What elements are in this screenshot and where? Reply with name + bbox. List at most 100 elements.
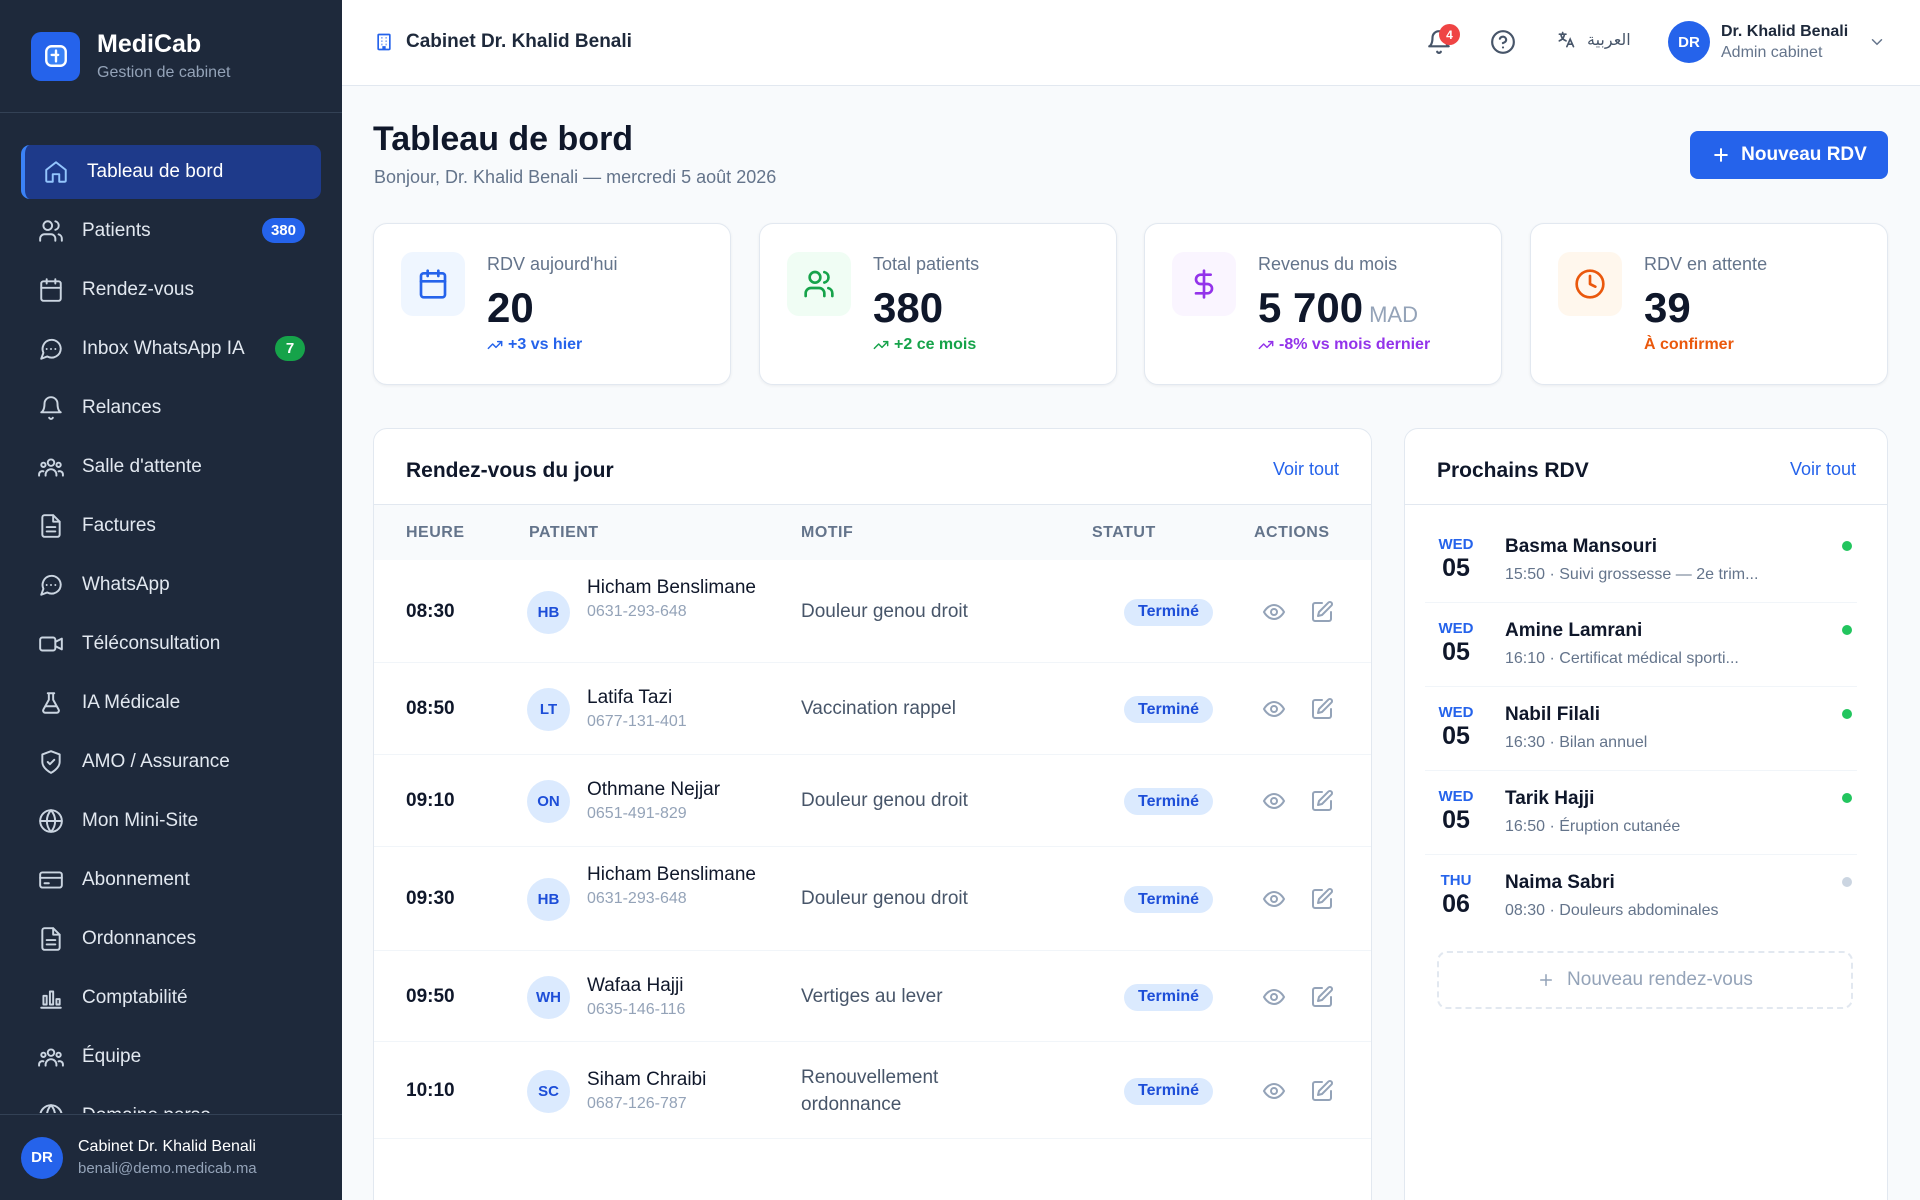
edit-button[interactable] bbox=[1310, 985, 1334, 1009]
avatar: WH bbox=[527, 975, 570, 1019]
sidebar-item-label: Relances bbox=[82, 397, 162, 418]
calendar-icon bbox=[40, 278, 62, 302]
sidebar-item-label: Comptabilité bbox=[82, 987, 188, 1008]
column-header[interactable]: MOTIF bbox=[801, 524, 853, 542]
edit-button[interactable] bbox=[1310, 1079, 1334, 1103]
patient-name[interactable]: Siham Chraibi bbox=[587, 1067, 777, 1093]
weekday: WED bbox=[1438, 704, 1474, 721]
eye-icon bbox=[1262, 1082, 1286, 1099]
notification-count-badge: 4 bbox=[1439, 24, 1460, 45]
sidebar-item-ia-medicale[interactable]: IA Médicale bbox=[21, 676, 321, 730]
sidebar-item-rendez-vous[interactable]: Rendez-vous bbox=[21, 263, 321, 317]
stat-trend: +3 vs hier bbox=[487, 336, 582, 354]
sidebar-item-comptabilite[interactable]: Comptabilité bbox=[21, 971, 321, 1025]
appointment-time: 09:10 bbox=[406, 790, 455, 811]
plus-icon bbox=[1714, 148, 1729, 162]
stat-number: 20 bbox=[487, 284, 534, 331]
table-row[interactable]: 09:10 ON Othmane Nejjar 0651-491-829 Douleur… bbox=[374, 755, 1371, 847]
globe-icon bbox=[39, 809, 63, 833]
language-switcher[interactable]: العربية bbox=[1556, 30, 1631, 50]
sidebar-item-mon-mini-site[interactable]: Mon Mini-Site bbox=[21, 794, 321, 848]
patient-phone: 0677-131-401 bbox=[587, 713, 687, 730]
sidebar-item-label: Rendez-vous bbox=[82, 279, 194, 300]
sidebar-item-tableau-de-bord[interactable]: Tableau de bord bbox=[21, 145, 321, 199]
appointment-reason: Vertiges au lever bbox=[801, 985, 943, 1007]
sidebar-item-label: Ordonnances bbox=[82, 928, 197, 949]
view-button[interactable] bbox=[1262, 697, 1286, 721]
weekday: WED bbox=[1438, 788, 1474, 805]
column-header[interactable]: PATIENT bbox=[529, 524, 599, 542]
stat-number: 380 bbox=[873, 284, 944, 331]
column-header[interactable]: STATUT bbox=[1092, 524, 1156, 542]
upcoming-appointment[interactable]: WED 05 Amine Lamrani 16:10 · Certificat méd… bbox=[1425, 603, 1857, 687]
sidebar-account[interactable]: DR Cabinet Dr. Khalid Benali benali@demo… bbox=[0, 1114, 342, 1200]
sidebar-item-domaine-perso[interactable]: Domaine perso bbox=[21, 1089, 321, 1113]
sidebar-item-label: IA Médicale bbox=[82, 692, 181, 713]
sidebar-nav: Tableau de bord Patients 380 Rendez-vous Inb… bbox=[0, 113, 342, 1113]
sidebar-item-factures[interactable]: Factures bbox=[21, 499, 321, 553]
file-icon bbox=[41, 514, 61, 538]
patient-name[interactable]: Wafaa Hajji bbox=[587, 973, 777, 999]
upcoming-see-all-link[interactable]: Voir tout bbox=[1790, 459, 1856, 480]
cabinet-selector[interactable]: Cabinet Dr. Khalid Benali bbox=[374, 31, 632, 53]
table-row[interactable]: 08:50 LT Latifa Tazi 0677-131-401 Vaccinatio… bbox=[374, 663, 1371, 755]
appointment-time: 10:10 bbox=[406, 1079, 455, 1101]
edit-button[interactable] bbox=[1310, 600, 1334, 624]
patient-phone: 0631-293-648 bbox=[587, 602, 687, 620]
patient-name[interactable]: Hicham Benslimane bbox=[587, 575, 777, 601]
sidebar-item-salle-d-attente[interactable]: Salle d'attente bbox=[21, 440, 321, 494]
upcoming-appointment[interactable]: WED 05 Basma Mansouri 15:50 · Suivi grosses… bbox=[1425, 519, 1857, 603]
sidebar-item-relances[interactable]: Relances bbox=[21, 381, 321, 435]
stat-card: RDV en attente 39 À confirmer bbox=[1530, 223, 1888, 385]
patient-name[interactable]: Othmane Nejjar bbox=[587, 777, 777, 803]
help-button[interactable] bbox=[1490, 29, 1516, 55]
sidebar-item-label: Domaine perso bbox=[82, 1105, 211, 1113]
appointment-time: 08:30 bbox=[406, 600, 455, 622]
edit-button[interactable] bbox=[1310, 697, 1334, 721]
patient-phone: 0631-293-648 bbox=[587, 890, 687, 907]
table-row[interactable]: 08:30 HB Hicham Benslimane 0631-293-648 Doul… bbox=[374, 560, 1371, 663]
view-button[interactable] bbox=[1262, 1079, 1286, 1103]
trend-icon bbox=[487, 340, 503, 350]
sidebar-item-amo-assurance[interactable]: AMO / Assurance bbox=[21, 735, 321, 789]
user-menu[interactable]: DR Dr. Khalid Benali Admin cabinet bbox=[1668, 21, 1886, 63]
account-email: benali@demo.medicab.ma bbox=[78, 1160, 257, 1177]
add-appointment-button[interactable]: Nouveau rendez-vous bbox=[1437, 951, 1853, 1009]
upcoming-appointment[interactable]: WED 05 Nabil Filali 16:30 · Bilan annuel bbox=[1425, 687, 1857, 771]
view-button[interactable] bbox=[1262, 985, 1286, 1009]
help-icon bbox=[1491, 30, 1515, 54]
new-appointment-button[interactable]: Nouveau RDV bbox=[1690, 131, 1888, 179]
appointment-time: 09:30 bbox=[406, 888, 455, 909]
view-button[interactable] bbox=[1262, 887, 1286, 911]
today-see-all-link[interactable]: Voir tout bbox=[1273, 459, 1339, 480]
sidebar-item-ordonnances[interactable]: Ordonnances bbox=[21, 912, 321, 966]
sidebar-item-whatsapp[interactable]: WhatsApp bbox=[21, 558, 321, 612]
edit-button[interactable] bbox=[1310, 789, 1334, 813]
column-header[interactable]: HEURE bbox=[406, 524, 465, 542]
sidebar-item-teleconsultation[interactable]: Téléconsultation bbox=[21, 617, 321, 671]
eye-icon bbox=[1262, 988, 1286, 1005]
upcoming-appointment[interactable]: THU 06 Naima Sabri 08:30 · Douleurs abdomin… bbox=[1425, 855, 1857, 939]
edit-button[interactable] bbox=[1310, 887, 1334, 911]
table-row[interactable]: 09:30 HB Hicham Benslimane 0631-293-648 Doul… bbox=[374, 847, 1371, 951]
page-subtitle: Bonjour, Dr. Khalid Benali — mercredi 5 … bbox=[374, 167, 777, 187]
table-row[interactable]: 09:50 WH Wafaa Hajji 0635-146-116 Vertiges a… bbox=[374, 951, 1371, 1042]
patient-name[interactable]: Latifa Tazi bbox=[587, 685, 777, 711]
view-button[interactable] bbox=[1262, 600, 1286, 624]
patient-name[interactable]: Hicham Benslimane bbox=[587, 862, 777, 888]
home-icon bbox=[45, 161, 67, 183]
upcoming-appointment[interactable]: WED 05 Tarik Hajji 16:50 · Éruption cutanée bbox=[1425, 771, 1857, 855]
globe-icon bbox=[39, 1104, 63, 1113]
sidebar-item-equipe[interactable]: Équipe bbox=[21, 1030, 321, 1084]
appointment-time: 09:50 bbox=[406, 985, 455, 1007]
brand[interactable]: MediCab Gestion de cabinet bbox=[0, 0, 342, 113]
sidebar-item-abonnement[interactable]: Abonnement bbox=[21, 853, 321, 907]
view-button[interactable] bbox=[1262, 789, 1286, 813]
edit-icon bbox=[1312, 790, 1333, 811]
account-name: Cabinet Dr. Khalid Benali bbox=[78, 1138, 256, 1155]
sidebar-item-patients[interactable]: Patients 380 bbox=[21, 204, 321, 258]
sidebar-item-inbox-whatsapp-ia[interactable]: Inbox WhatsApp IA 7 bbox=[21, 322, 321, 376]
table-row[interactable]: 10:10 SC Siham Chraibi 0687-126-787 Renouvel… bbox=[374, 1042, 1371, 1139]
stat-label: Revenus du mois bbox=[1258, 254, 1398, 274]
patient-name: Basma Mansouri bbox=[1505, 536, 1658, 557]
